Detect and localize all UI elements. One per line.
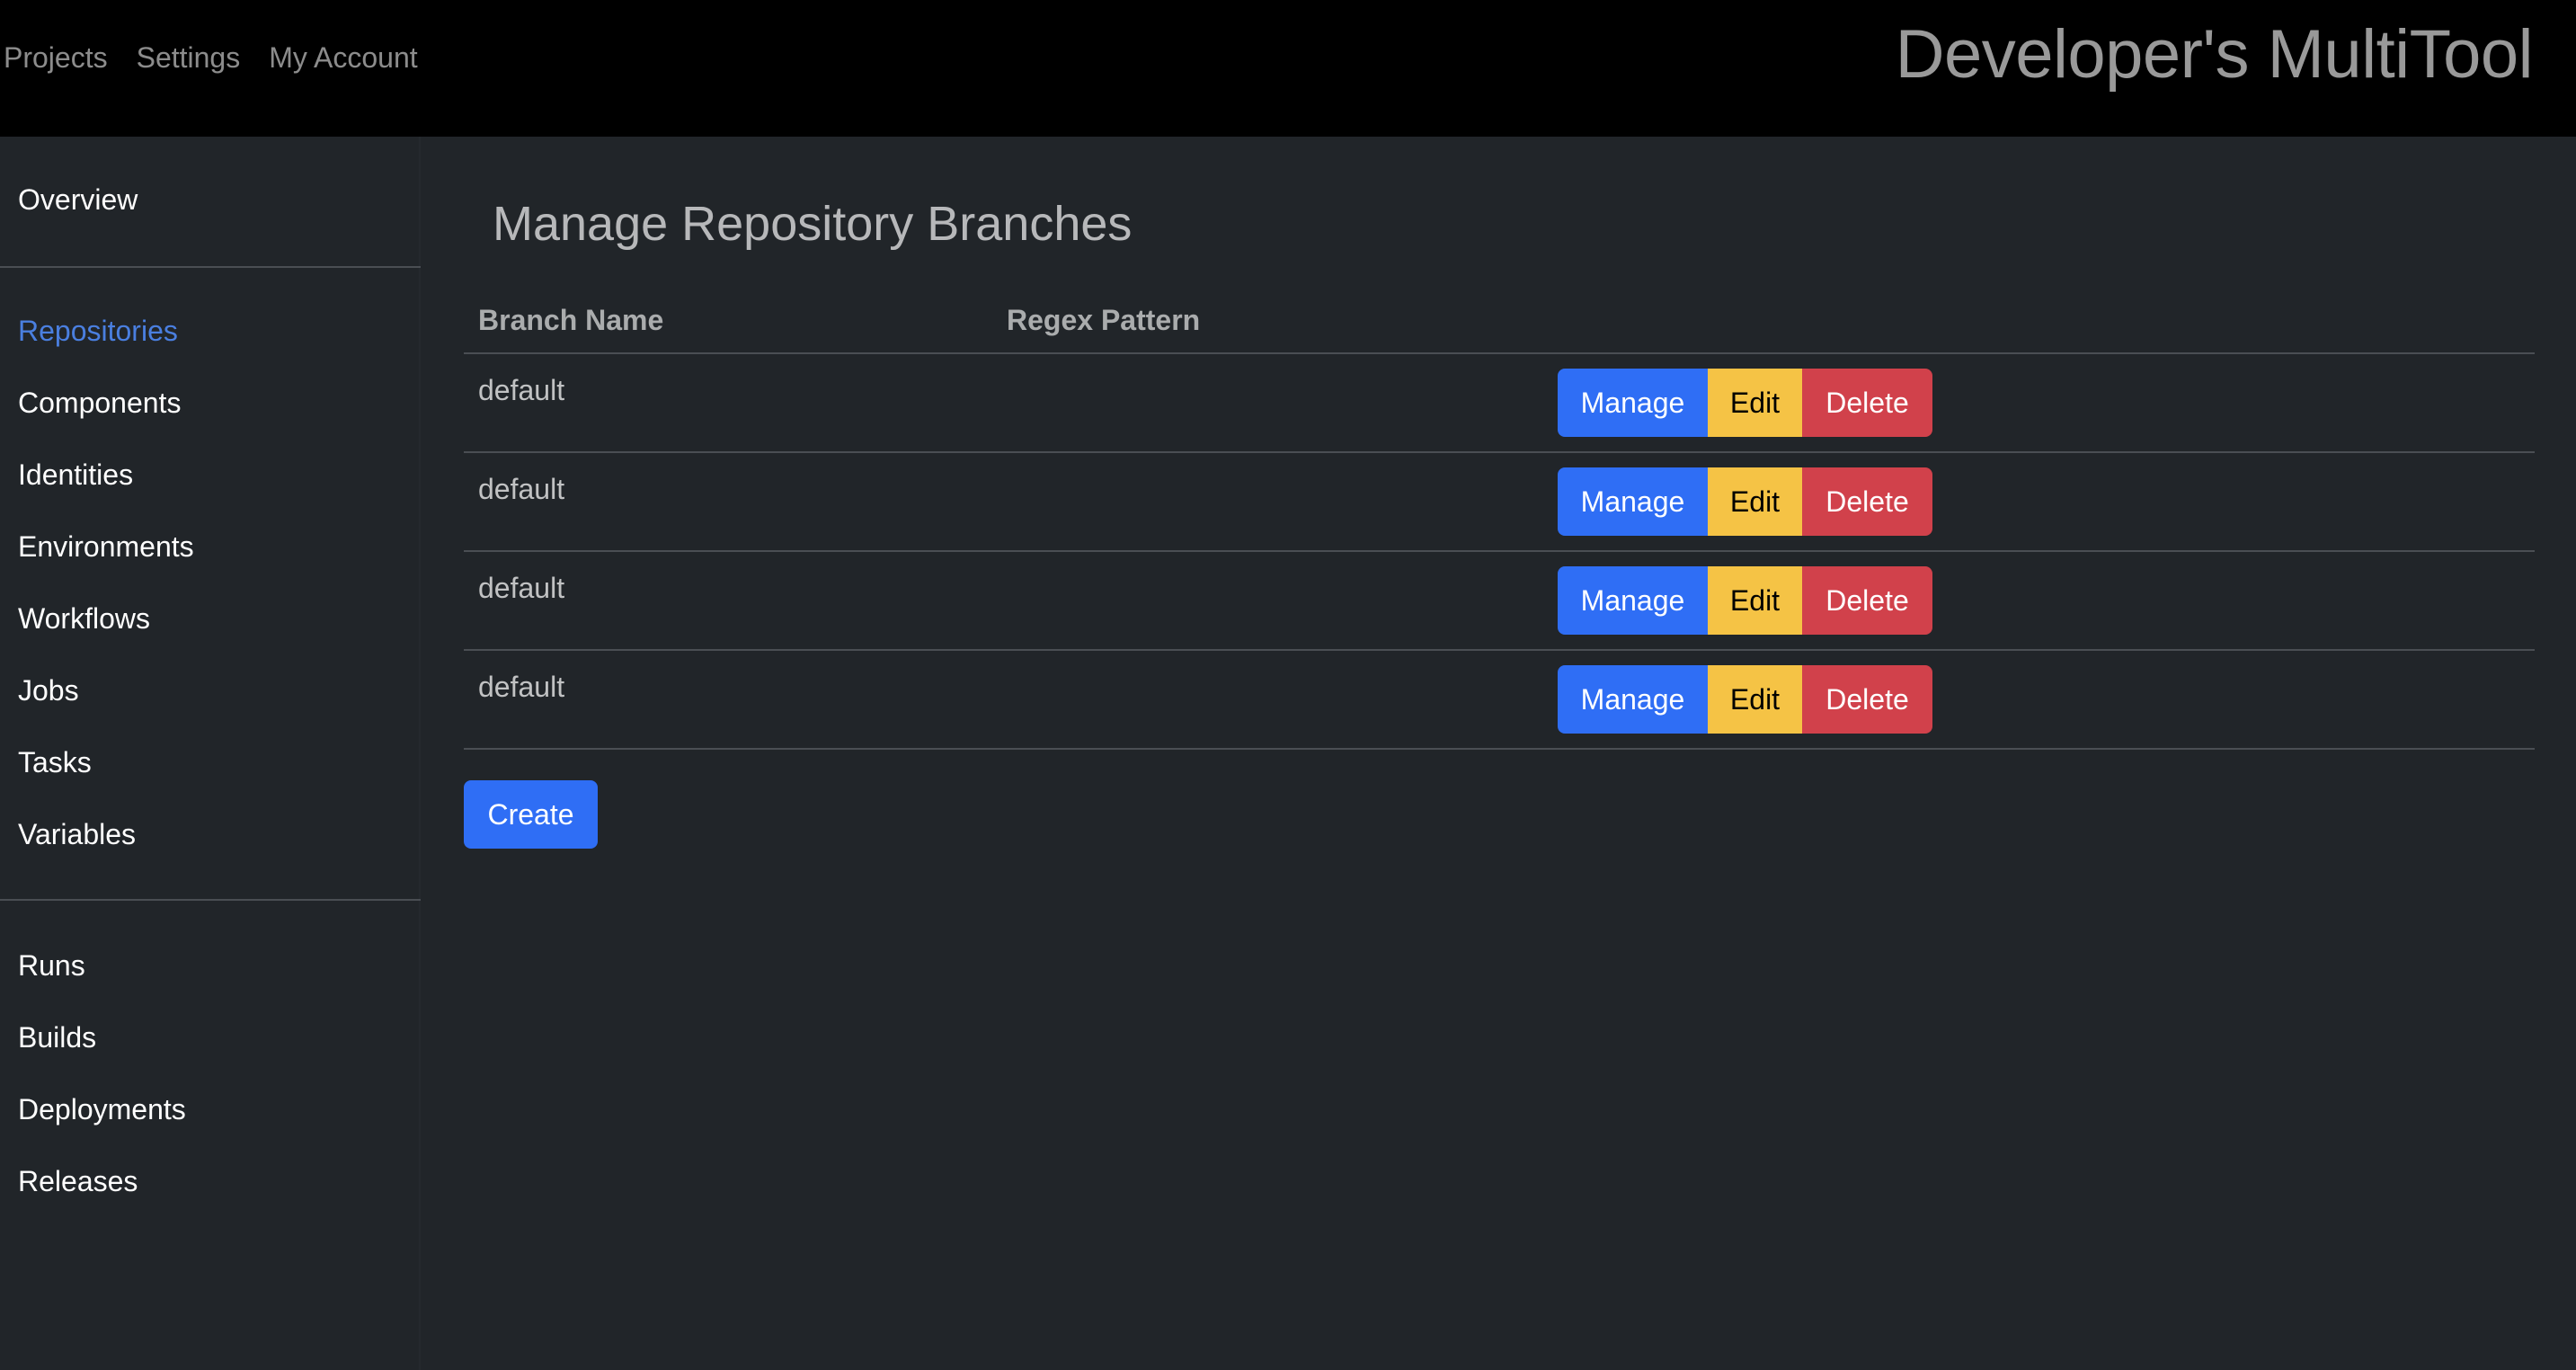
delete-button[interactable]: Delete — [1802, 467, 1932, 536]
page-title: Manage Repository Branches — [493, 197, 1133, 251]
branches-table: Branch Name Regex Pattern default Manage… — [464, 291, 2535, 750]
edit-button[interactable]: Edit — [1708, 369, 1802, 437]
row-actions: Manage Edit Delete — [1558, 566, 1932, 635]
sidebar-item-variables[interactable]: Variables — [18, 818, 136, 851]
branch-name-cell: default — [478, 374, 565, 406]
nav-link-my-account[interactable]: My Account — [269, 41, 417, 75]
sidebar-item-jobs[interactable]: Jobs — [18, 674, 79, 707]
manage-button[interactable]: Manage — [1558, 369, 1708, 437]
table-row: default Manage Edit Delete — [464, 354, 2535, 453]
main-content: Manage Repository Branches Branch Name R… — [421, 137, 2576, 1370]
row-actions: Manage Edit Delete — [1558, 467, 1932, 536]
table-row: default Manage Edit Delete — [464, 453, 2535, 552]
table-row: default Manage Edit Delete — [464, 651, 2535, 750]
top-navbar: Projects Settings My Account Developer's… — [0, 0, 2576, 137]
edit-button[interactable]: Edit — [1708, 467, 1802, 536]
sidebar-item-components[interactable]: Components — [18, 387, 181, 420]
manage-button[interactable]: Manage — [1558, 566, 1708, 635]
sidebar-item-environments[interactable]: Environments — [18, 530, 194, 564]
row-actions: Manage Edit Delete — [1558, 369, 1932, 437]
table-header: Branch Name Regex Pattern — [464, 291, 2535, 354]
column-header-branch-name: Branch Name — [478, 304, 664, 336]
delete-button[interactable]: Delete — [1802, 566, 1932, 635]
sidebar-divider — [0, 266, 421, 268]
sidebar-item-builds[interactable]: Builds — [18, 1021, 96, 1054]
branch-name-cell: default — [478, 671, 565, 703]
manage-button[interactable]: Manage — [1558, 665, 1708, 734]
nav-link-projects[interactable]: Projects — [4, 41, 108, 75]
create-button[interactable]: Create — [464, 780, 598, 849]
edit-button[interactable]: Edit — [1708, 665, 1802, 734]
manage-button[interactable]: Manage — [1558, 467, 1708, 536]
sidebar: Overview Repositories Components Identit… — [0, 137, 421, 1370]
sidebar-item-runs[interactable]: Runs — [18, 949, 85, 983]
sidebar-item-deployments[interactable]: Deployments — [18, 1093, 186, 1126]
branch-name-cell: default — [478, 473, 565, 505]
sidebar-item-tasks[interactable]: Tasks — [18, 746, 92, 779]
edit-button[interactable]: Edit — [1708, 566, 1802, 635]
app-brand-title[interactable]: Developer's MultiTool — [1896, 7, 2534, 101]
sidebar-divider — [0, 899, 421, 901]
row-actions: Manage Edit Delete — [1558, 665, 1932, 734]
sidebar-item-overview[interactable]: Overview — [18, 183, 138, 217]
delete-button[interactable]: Delete — [1802, 665, 1932, 734]
column-header-regex-pattern: Regex Pattern — [1007, 304, 1201, 336]
nav-link-settings[interactable]: Settings — [137, 41, 241, 75]
sidebar-item-identities[interactable]: Identities — [18, 458, 133, 492]
sidebar-item-workflows[interactable]: Workflows — [18, 602, 150, 636]
branch-name-cell: default — [478, 572, 565, 604]
delete-button[interactable]: Delete — [1802, 369, 1932, 437]
table-row: default Manage Edit Delete — [464, 552, 2535, 651]
sidebar-item-repositories[interactable]: Repositories — [18, 315, 178, 348]
sidebar-item-releases[interactable]: Releases — [18, 1165, 138, 1198]
top-nav-links: Projects Settings My Account — [4, 0, 447, 115]
